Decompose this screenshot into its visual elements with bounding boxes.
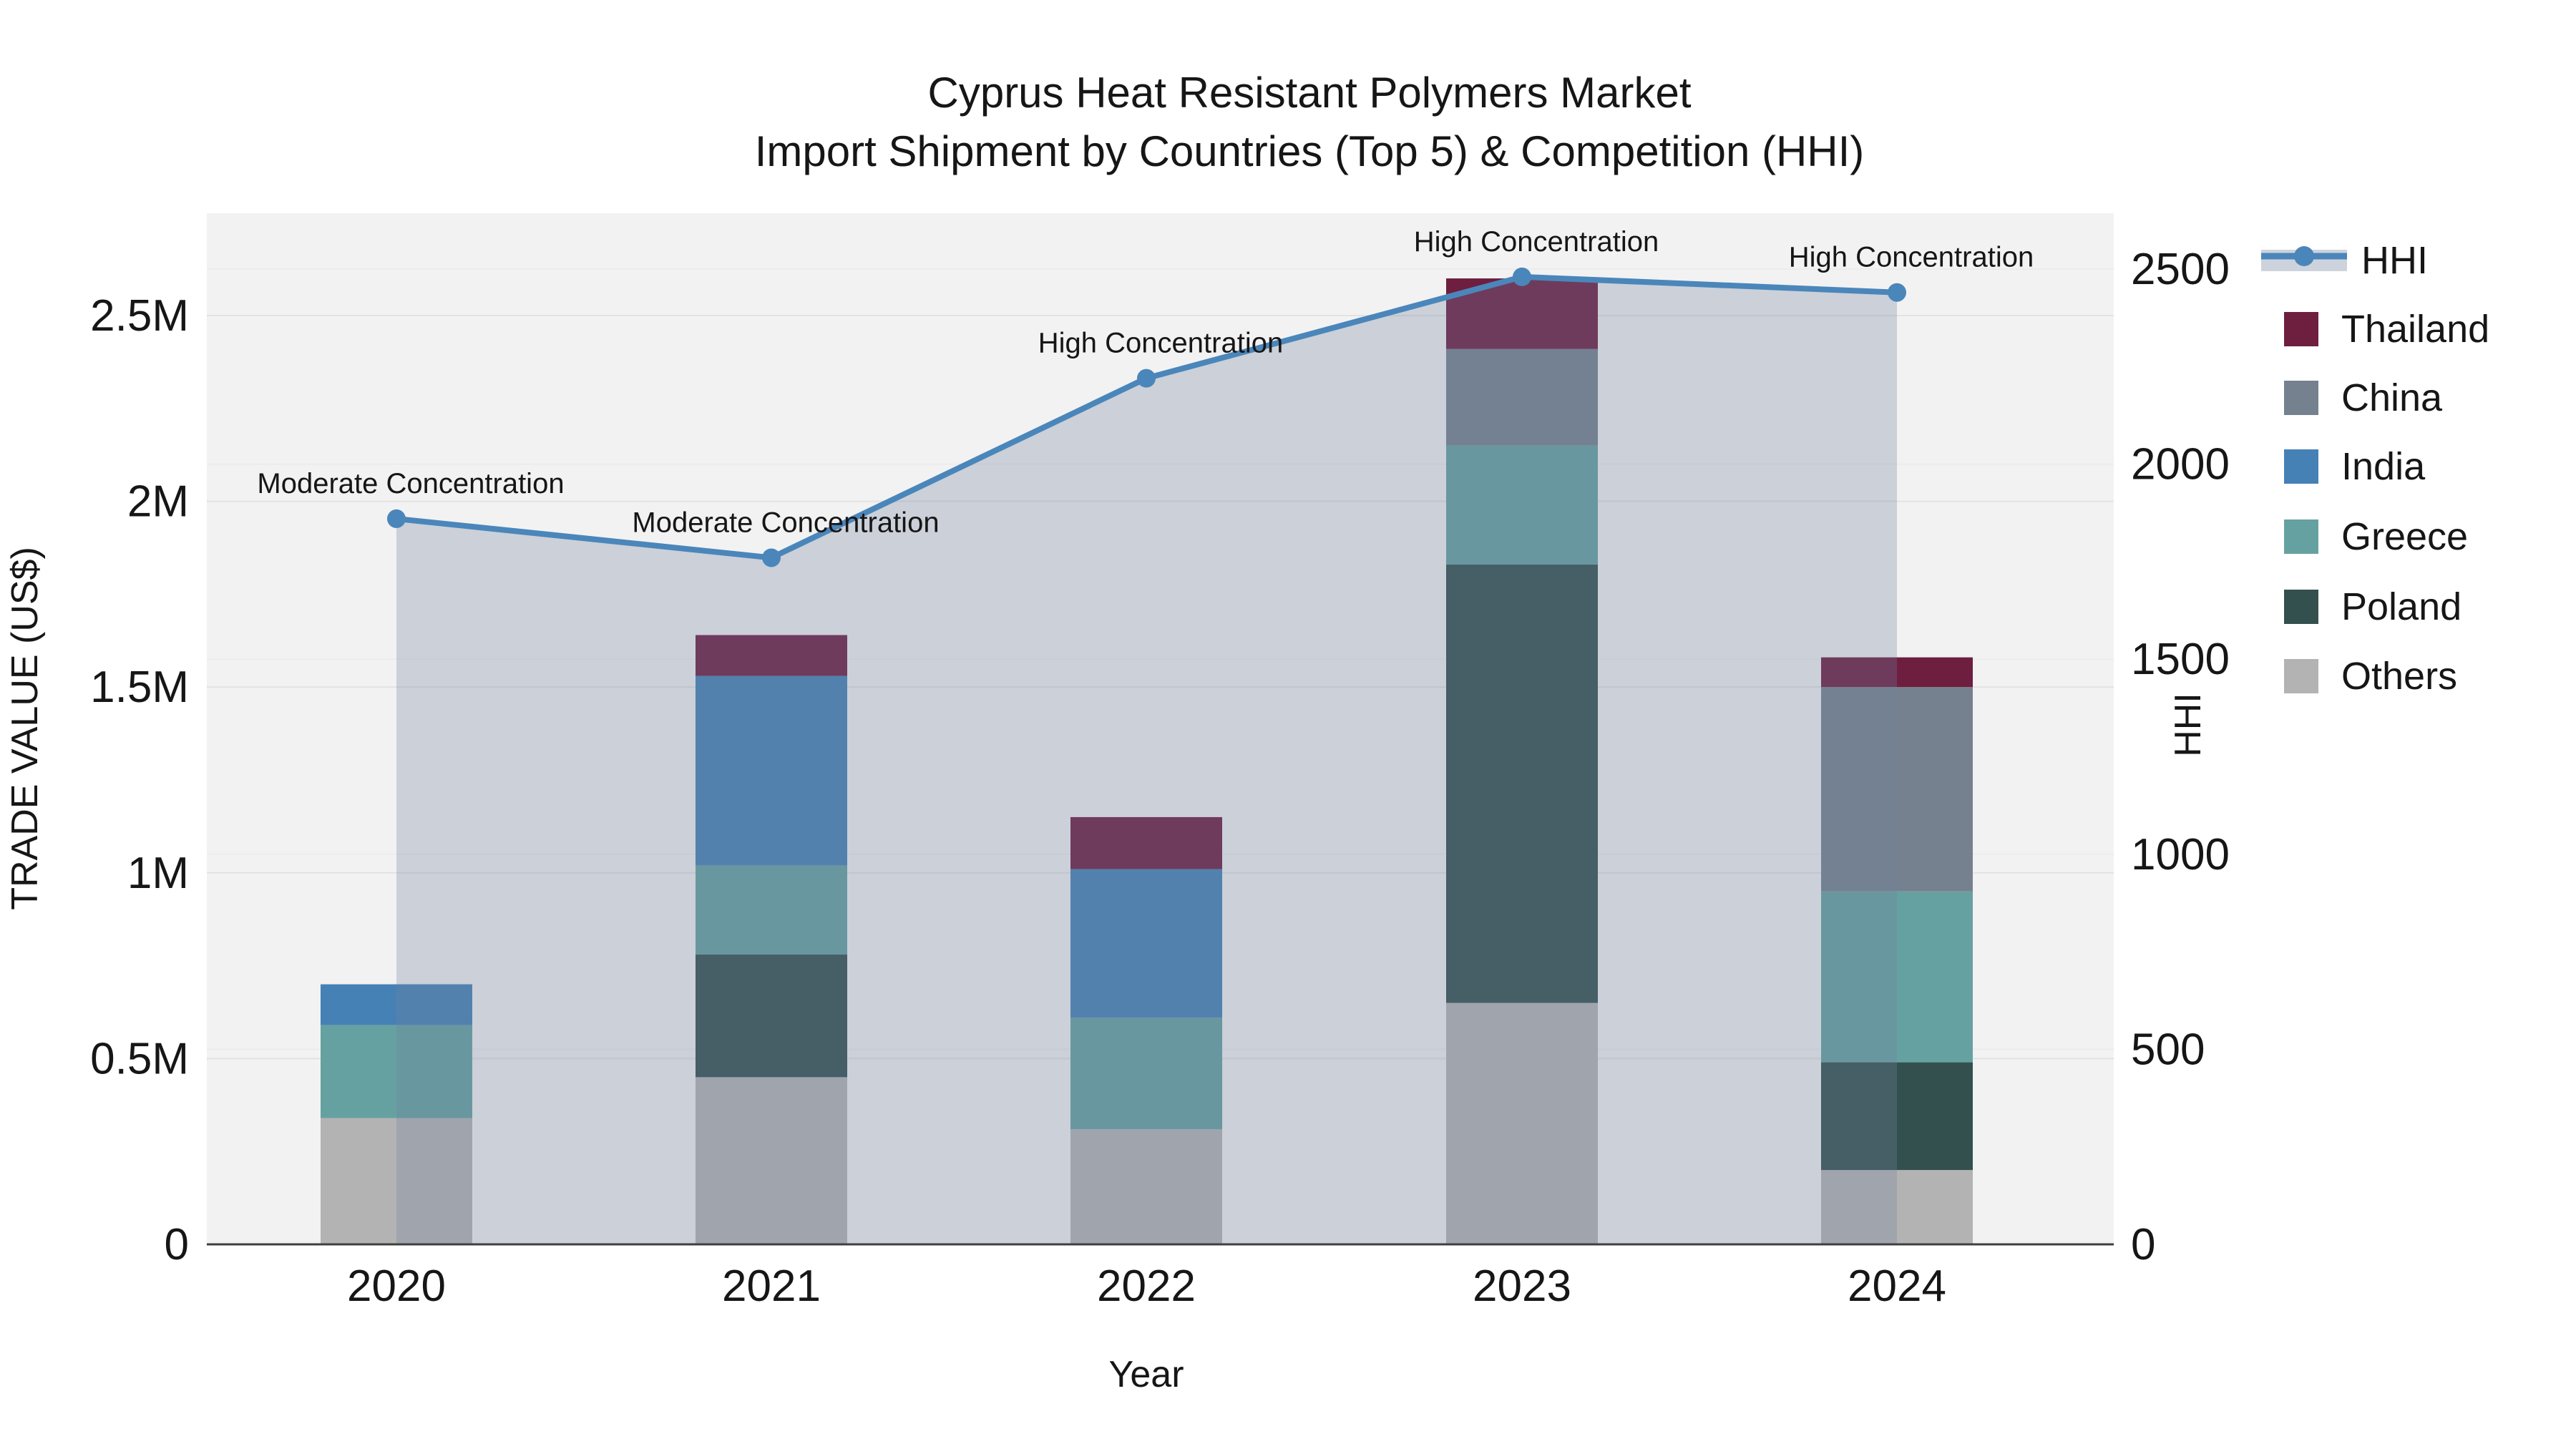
- legend-label-poland: Poland: [2341, 585, 2462, 628]
- left-axis-tick-0: 0: [165, 1220, 189, 1269]
- left-axis-tick-2.5M: 2.5M: [90, 291, 189, 341]
- hhi-marker-2023: [1513, 267, 1531, 286]
- legend-swatch-thailand: [2284, 312, 2318, 346]
- left-axis-tick-0.5M: 0.5M: [90, 1034, 189, 1083]
- x-axis-tick-2021: 2021: [722, 1262, 821, 1311]
- hhi-marker-2020: [387, 509, 406, 528]
- left-axis-tick-2M: 2M: [127, 477, 189, 527]
- chart-dynamic-layer: Moderate Concentration Moderate Concentra…: [90, 213, 2489, 1311]
- x-axis-title: Year: [1108, 1354, 1184, 1395]
- chart-figure: Moderate Concentration Moderate Concentra…: [0, 0, 2576, 1449]
- chart-title-line1: Cyprus Heat Resistant Polymers Market: [928, 69, 1692, 117]
- left-axis-title: TRADE VALUE (US$): [4, 547, 46, 910]
- legend-swatch-india: [2284, 449, 2318, 484]
- legend-label-china: China: [2341, 376, 2443, 419]
- legend-label-greece: Greece: [2341, 515, 2468, 558]
- annotation-2021: Moderate Concentration: [632, 507, 939, 538]
- right-axis-title: HHI: [2167, 693, 2209, 757]
- right-axis-tick-500: 500: [2131, 1025, 2205, 1074]
- x-axis-tick-2020: 2020: [347, 1262, 446, 1311]
- legend-swatch-china: [2284, 381, 2318, 415]
- right-axis-tick-1000: 1000: [2131, 830, 2230, 879]
- x-axis-tick-2023: 2023: [1473, 1262, 1571, 1311]
- left-axis-tick-1.5M: 1.5M: [90, 663, 189, 712]
- annotation-2023: High Concentration: [1414, 226, 1659, 258]
- legend-swatch-greece: [2284, 519, 2318, 554]
- left-axis-tick-1M: 1M: [127, 849, 189, 898]
- hhi-marker-2021: [762, 548, 781, 567]
- hhi-marker-2024: [1888, 283, 1906, 302]
- x-axis-tick-2024: 2024: [1848, 1262, 1946, 1311]
- annotation-2022: High Concentration: [1038, 328, 1283, 359]
- legend-label-thailand: Thailand: [2341, 308, 2489, 351]
- legend-swatch-others: [2284, 659, 2318, 693]
- legend-label-hhi: HHI: [2361, 239, 2428, 282]
- chart-canvas: Moderate Concentration Moderate Concentra…: [4, 69, 2489, 1395]
- legend-label-others: Others: [2341, 655, 2457, 698]
- annotation-2024: High Concentration: [1789, 242, 2034, 273]
- right-axis-tick-0: 0: [2131, 1220, 2155, 1269]
- annotation-2020: Moderate Concentration: [257, 468, 564, 499]
- chart-title-line2: Import Shipment by Countries (Top 5) & C…: [755, 127, 1865, 175]
- hhi-marker-2022: [1137, 369, 1156, 388]
- legend-hhi-marker: [2294, 246, 2314, 266]
- right-axis-tick-2000: 2000: [2131, 440, 2230, 489]
- x-axis-tick-2022: 2022: [1097, 1262, 1196, 1311]
- legend-label-india: India: [2341, 445, 2426, 488]
- right-axis-tick-1500: 1500: [2131, 635, 2230, 684]
- legend-swatch-poland: [2284, 590, 2318, 624]
- right-axis-tick-2500: 2500: [2131, 245, 2230, 294]
